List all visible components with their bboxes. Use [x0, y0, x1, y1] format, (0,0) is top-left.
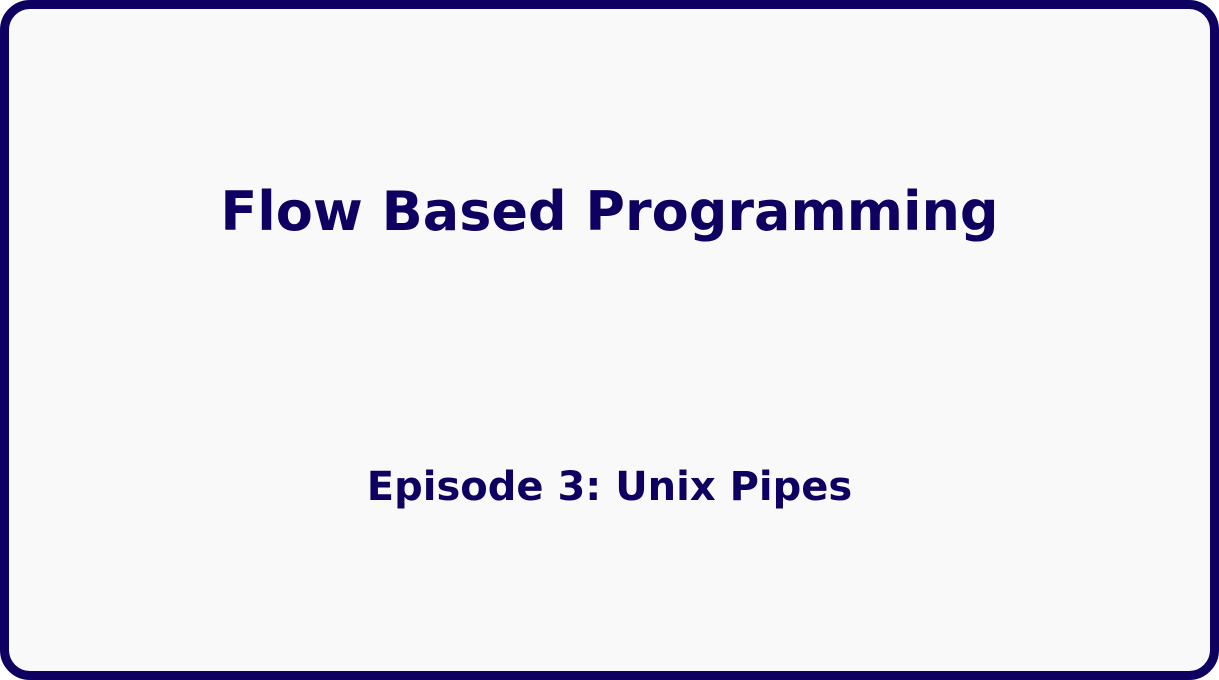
title-card: Flow Based Programming Episode 3: Unix P… — [0, 0, 1219, 680]
slide-title: Flow Based Programming — [220, 180, 999, 243]
slide-subtitle: Episode 3: Unix Pipes — [366, 464, 853, 510]
